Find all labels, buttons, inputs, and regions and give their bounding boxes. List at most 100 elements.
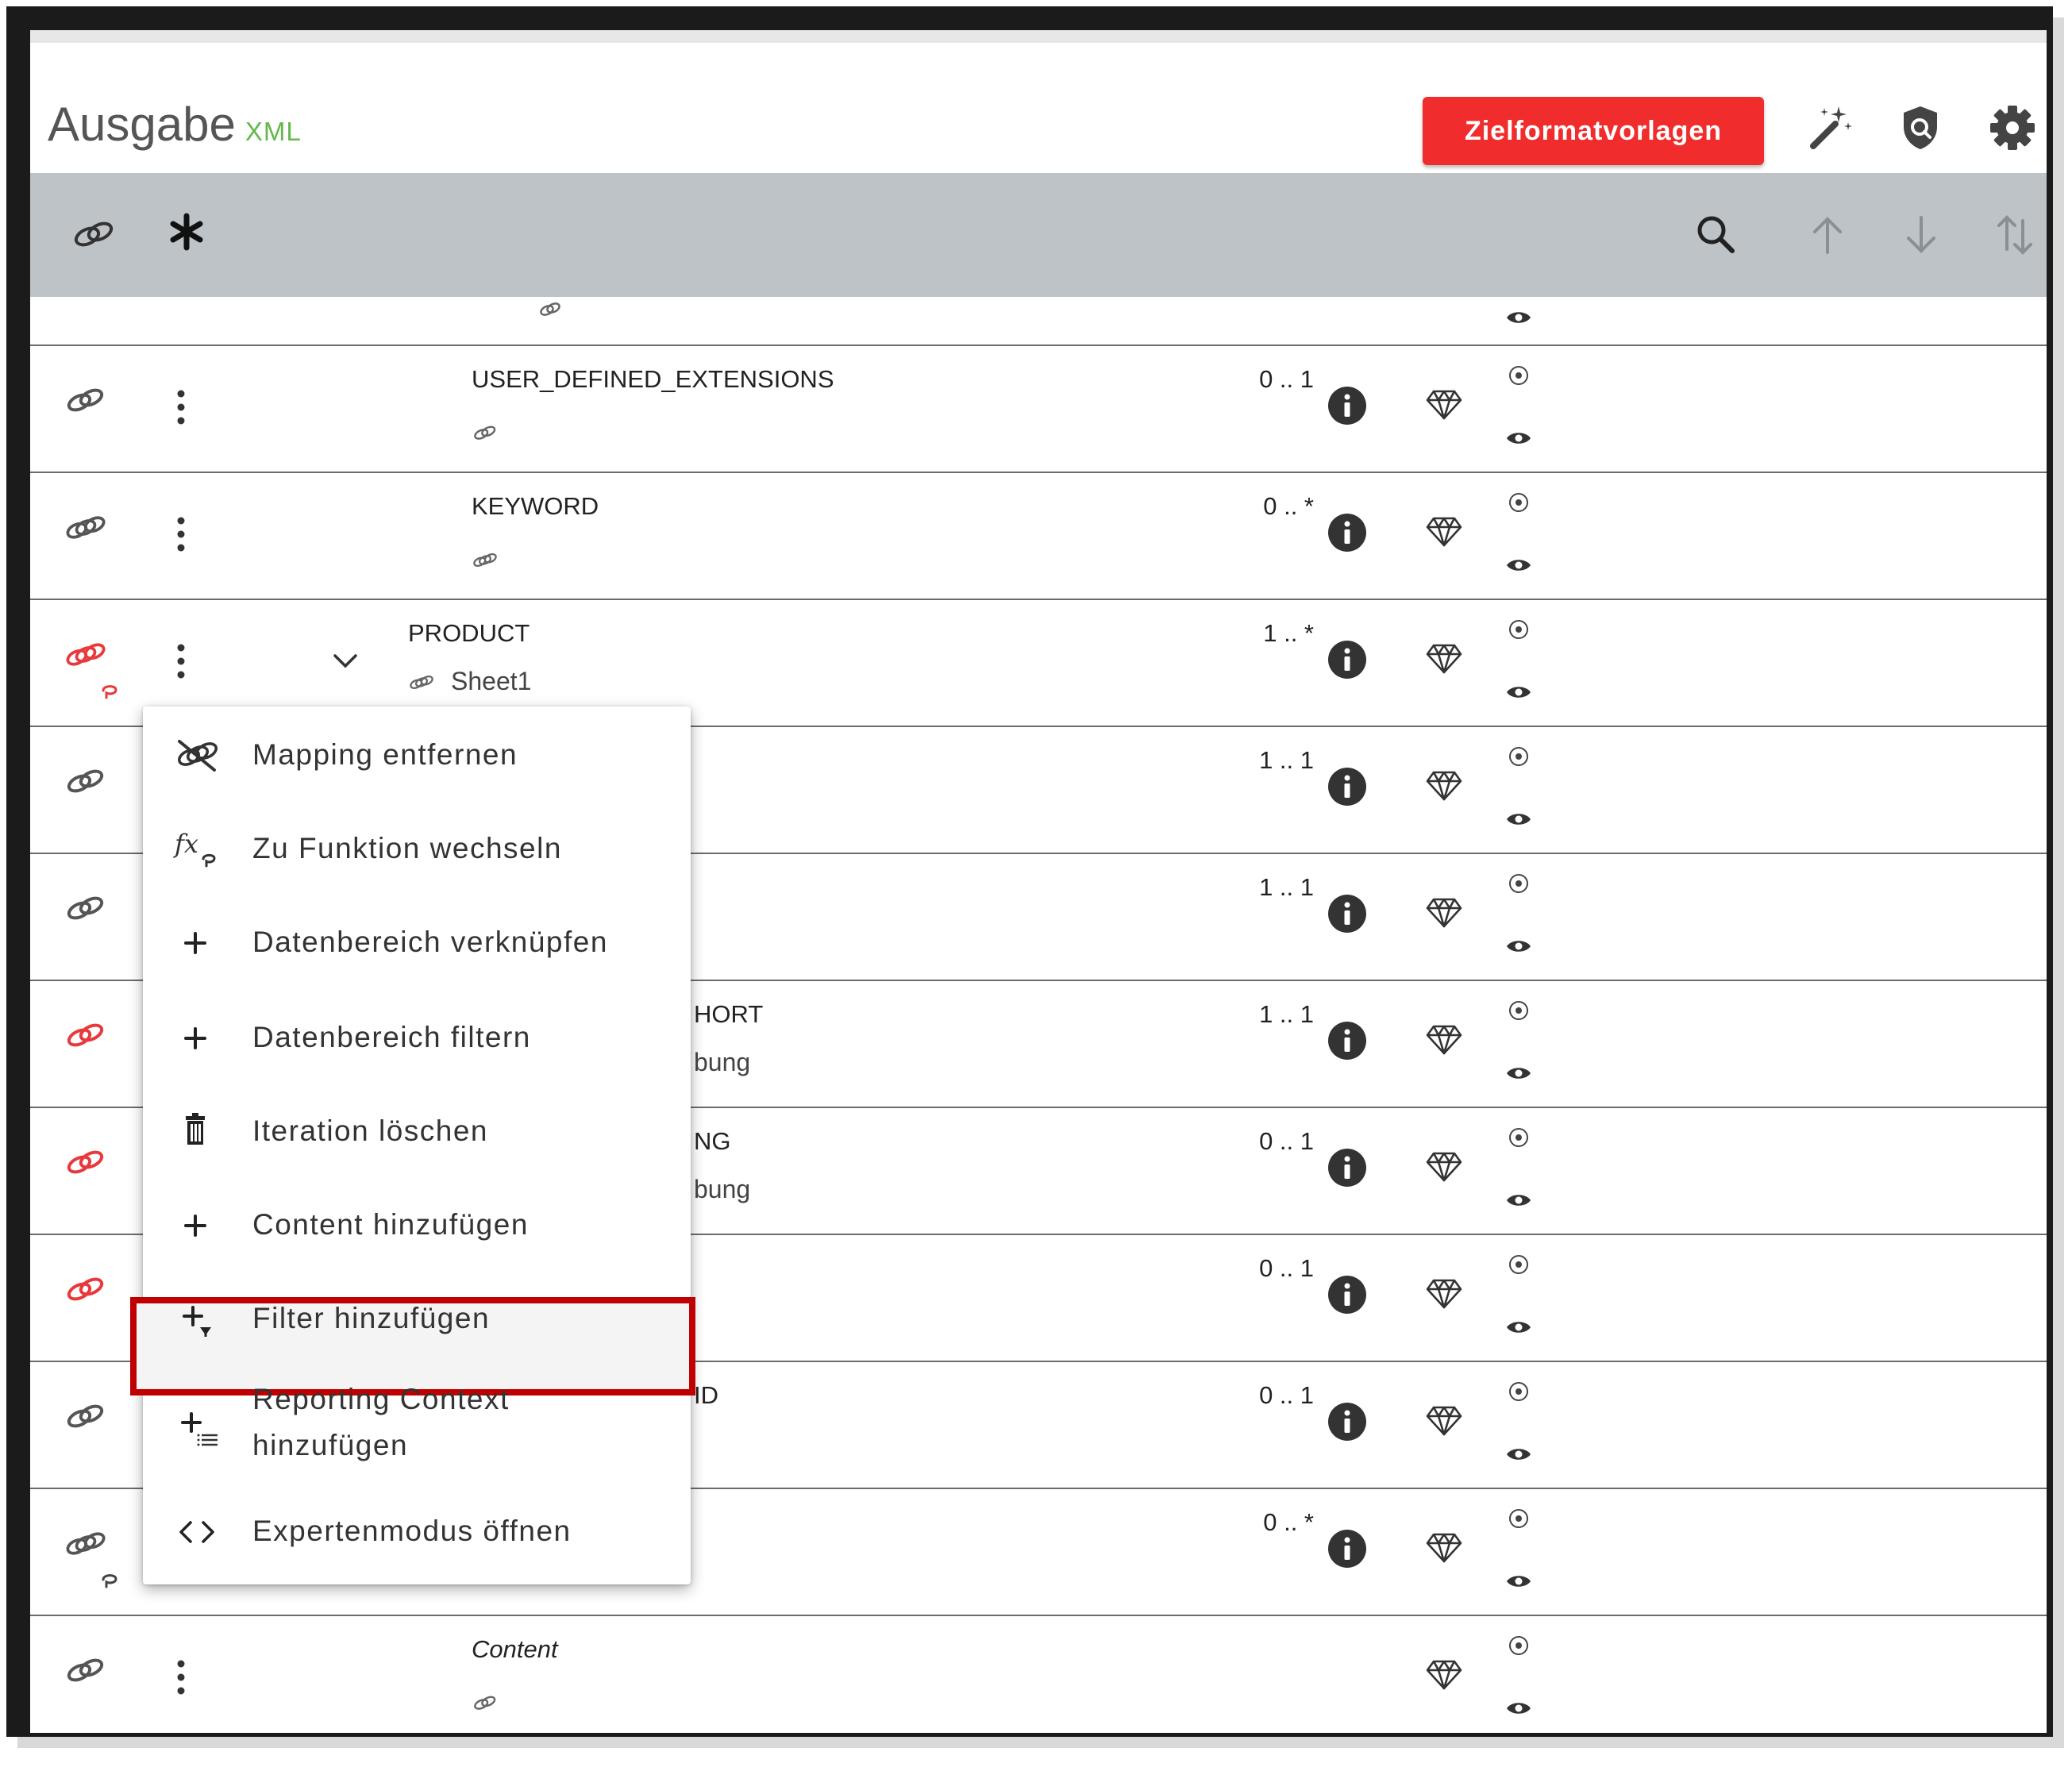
- info-icon[interactable]: [1327, 767, 1367, 807]
- menu-item-content-hinzufügen[interactable]: Content hinzufügen: [143, 1181, 691, 1268]
- multi-link-icon[interactable]: [64, 637, 108, 672]
- shield-icon[interactable]: [1893, 100, 1948, 156]
- info-icon[interactable]: [1327, 894, 1367, 934]
- target-icon[interactable]: [1507, 745, 1531, 768]
- diamond-icon[interactable]: [1426, 389, 1462, 421]
- menu-item-label: Datenbereich verknüpfen: [252, 926, 608, 958]
- diamond-icon[interactable]: [1426, 1659, 1462, 1691]
- cardinality: 0 .. *: [1263, 492, 1314, 520]
- more-options-icon[interactable]: [173, 1657, 189, 1697]
- menu-item-iteration-löschen[interactable]: Iteration löschen: [143, 1088, 691, 1175]
- arrow-down-icon[interactable]: [1899, 211, 1943, 259]
- visibility-icon[interactable]: [1505, 810, 1532, 829]
- visibility-icon[interactable]: [1505, 1064, 1532, 1083]
- info-icon[interactable]: [1327, 1021, 1367, 1061]
- table-row[interactable]: Content: [30, 1615, 2047, 1733]
- cardinality: 0 .. 1: [1259, 1127, 1314, 1155]
- visibility-icon[interactable]: [1505, 308, 1532, 327]
- menu-item-datenbereich-filtern[interactable]: Datenbereich filtern: [143, 994, 691, 1081]
- info-icon[interactable]: [1327, 1402, 1367, 1442]
- link-icon[interactable]: [64, 1018, 108, 1053]
- asterisk-icon[interactable]: [167, 208, 206, 256]
- more-options-icon[interactable]: [173, 387, 189, 427]
- table-row[interactable]: KEYWORD 0 .. *: [30, 473, 2047, 600]
- info-icon[interactable]: [1327, 513, 1367, 552]
- info-icon[interactable]: [1327, 640, 1367, 679]
- visibility-icon[interactable]: [1505, 1318, 1532, 1337]
- cardinality: 1 .. 1: [1259, 746, 1314, 774]
- info-icon[interactable]: [1327, 386, 1367, 425]
- svg-text:fx: fx: [173, 829, 198, 859]
- menu-item-label: Content hinzufügen: [252, 1208, 529, 1241]
- magic-wand-icon[interactable]: [1802, 100, 1858, 156]
- diamond-icon[interactable]: [1426, 770, 1462, 802]
- diamond-icon[interactable]: [1426, 1278, 1462, 1310]
- visibility-icon[interactable]: [1505, 556, 1532, 575]
- page-title-text: Ausgabe: [48, 98, 236, 151]
- diamond-icon[interactable]: [1426, 643, 1462, 675]
- link-icon[interactable]: [64, 383, 108, 418]
- zielformatvorlagen-button[interactable]: Zielformatvorlagen: [1423, 97, 1764, 165]
- menu-item-datenbereich-verknüpfen[interactable]: Datenbereich verknüpfen: [143, 899, 691, 986]
- link-icon[interactable]: [64, 1145, 108, 1180]
- info-icon[interactable]: [1327, 1148, 1367, 1188]
- code-icon: [171, 1508, 222, 1556]
- info-icon[interactable]: [1327, 1275, 1367, 1315]
- more-options-icon[interactable]: [173, 641, 189, 681]
- tree-toolbar: [30, 173, 2047, 297]
- menu-item-label: Filter hinzufügen: [252, 1302, 491, 1334]
- diamond-icon[interactable]: [1426, 1024, 1462, 1056]
- menu-item-label: Zu Funktion wechseln: [252, 832, 562, 864]
- visibility-icon[interactable]: [1505, 1445, 1532, 1464]
- arrow-up-icon[interactable]: [1805, 211, 1850, 259]
- link-icon[interactable]: [64, 1653, 108, 1688]
- link-icon[interactable]: [71, 214, 116, 254]
- cardinality: 0 .. 1: [1259, 365, 1314, 393]
- sort-icon[interactable]: [1993, 211, 2037, 259]
- menu-item-filter-hinzufügen[interactable]: Filter hinzufügen: [143, 1275, 691, 1362]
- target-icon[interactable]: [1507, 1507, 1531, 1530]
- format-label: XML: [245, 117, 302, 146]
- chevron-down-icon[interactable]: [332, 651, 359, 670]
- info-icon[interactable]: [1327, 1529, 1367, 1569]
- menu-item-zu-funktion-wechseln[interactable]: fx Zu Funktion wechseln: [143, 805, 691, 892]
- target-icon[interactable]: [1507, 491, 1531, 514]
- visibility-icon[interactable]: [1505, 1572, 1532, 1591]
- multi-link-icon[interactable]: [64, 510, 108, 545]
- diamond-icon[interactable]: [1426, 897, 1462, 929]
- visibility-icon[interactable]: [1505, 1191, 1532, 1210]
- visibility-icon[interactable]: [1505, 429, 1532, 448]
- diamond-icon[interactable]: [1426, 1405, 1462, 1437]
- frame-shadow: [2053, 17, 2064, 1748]
- target-icon[interactable]: [1507, 1253, 1531, 1276]
- diamond-icon[interactable]: [1426, 1532, 1462, 1564]
- search-icon[interactable]: [1693, 211, 1740, 259]
- element-name: KEYWORD: [472, 492, 599, 520]
- target-icon[interactable]: [1507, 1126, 1531, 1149]
- target-icon[interactable]: [1507, 1634, 1531, 1657]
- menu-item-label: Mapping entfernen: [252, 738, 518, 771]
- table-row[interactable]: USER_DEFINED_EXTENSIONS 0 .. 1: [30, 346, 2047, 473]
- target-icon[interactable]: [1507, 618, 1531, 641]
- visibility-icon[interactable]: [1505, 937, 1532, 956]
- target-icon[interactable]: [1507, 999, 1531, 1022]
- diamond-icon[interactable]: [1426, 1151, 1462, 1183]
- more-options-icon[interactable]: [173, 514, 189, 554]
- menu-item-mapping-entfernen[interactable]: Mapping entfernen: [143, 711, 691, 799]
- link-icon[interactable]: [64, 1272, 108, 1307]
- gear-icon[interactable]: [1985, 100, 2040, 156]
- visibility-icon[interactable]: [1505, 683, 1532, 702]
- menu-item-reporting-context[interactable]: Reporting Context hinzufügen: [143, 1370, 691, 1461]
- multi-link-icon[interactable]: [64, 1526, 108, 1561]
- link-icon[interactable]: [64, 764, 108, 799]
- diamond-icon[interactable]: [1426, 516, 1462, 548]
- visibility-icon[interactable]: [1505, 1699, 1532, 1718]
- target-icon[interactable]: [1507, 364, 1531, 387]
- link-icon[interactable]: [64, 1399, 108, 1434]
- multi-link-small-icon: [408, 672, 435, 693]
- target-icon[interactable]: [1507, 872, 1531, 895]
- target-icon[interactable]: [1507, 1380, 1531, 1403]
- function-icon: fx: [171, 826, 222, 873]
- menu-item-expertenmodus-öffnen[interactable]: Expertenmodus öffnen: [143, 1488, 691, 1575]
- link-icon[interactable]: [64, 891, 108, 926]
